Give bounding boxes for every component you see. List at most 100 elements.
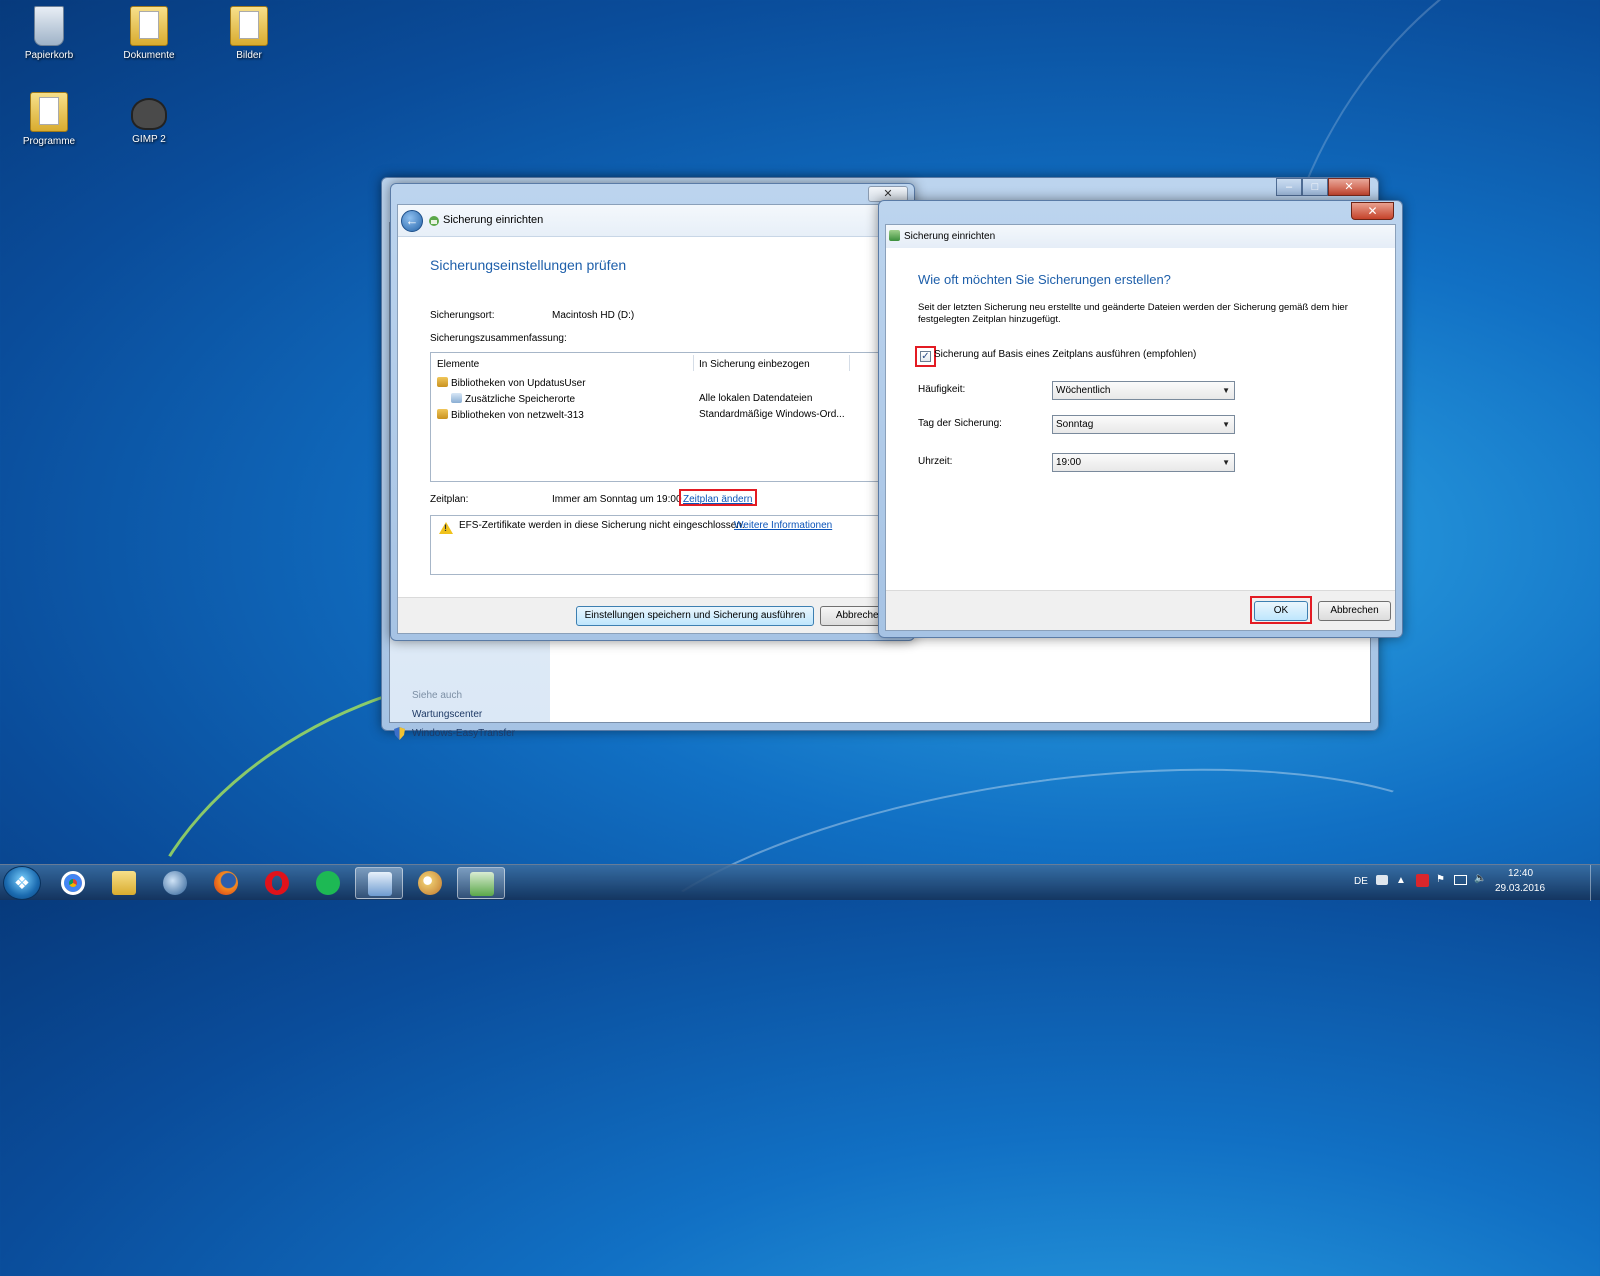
backup-icon xyxy=(470,872,494,896)
window-controls: – □ ✕ xyxy=(1276,178,1370,196)
taskbar-thunderbird[interactable] xyxy=(151,867,199,899)
spotify-icon xyxy=(316,871,340,895)
schedule-value: Immer am Sonntag um 19:00 xyxy=(552,494,682,505)
more-info-link[interactable]: Weitere Informationen xyxy=(734,520,832,531)
time-value: 19:00 xyxy=(1056,457,1082,468)
desktop-icon-papierkorb[interactable]: Papierkorb xyxy=(9,6,89,61)
system-tray: DE ▲ ⚑ 🔈 12:40 29.03.2016 xyxy=(1340,865,1600,901)
firefox-icon xyxy=(214,871,238,895)
dialog-content: Wie oft möchten Sie Sicherungen erstelle… xyxy=(885,248,1396,631)
taskbar-explorer[interactable] xyxy=(100,867,148,899)
library-icon xyxy=(437,377,448,387)
chevron-down-icon: ▼ xyxy=(1222,386,1230,395)
backup-icon xyxy=(889,230,900,241)
cancel-button[interactable]: Abbrechen xyxy=(1318,601,1391,621)
see-also-link-wartungscenter[interactable]: Wartungscenter xyxy=(412,709,482,720)
minimize-icon[interactable]: – xyxy=(1276,178,1302,196)
row-item: Bibliotheken von netzwelt-313 xyxy=(451,410,584,421)
table-row[interactable]: Bibliotheken von netzwelt-313 xyxy=(437,409,584,421)
day-value: Sonntag xyxy=(1056,419,1094,430)
keyboard-icon[interactable] xyxy=(1376,875,1388,885)
control-panel-icon xyxy=(368,872,392,896)
desktop-icon-label: Bilder xyxy=(236,50,262,61)
schedule-label: Zeitplan: xyxy=(430,494,469,505)
dialog-description: Seit der letzten Sicherung neu erstellte… xyxy=(918,302,1348,325)
table-row[interactable]: Bibliotheken von UpdatusUser xyxy=(437,377,586,389)
chevron-up-icon[interactable]: ▲ xyxy=(1396,875,1406,886)
clock-date[interactable]: 29.03.2016 xyxy=(1495,883,1545,894)
column-header-elemente[interactable]: Elemente xyxy=(437,359,479,370)
back-arrow-icon[interactable]: ← xyxy=(401,210,423,232)
highlight-box xyxy=(1250,596,1312,624)
highlight-box xyxy=(915,346,936,367)
chevron-down-icon: ▼ xyxy=(1222,420,1230,429)
chrome-icon xyxy=(61,871,85,895)
close-icon[interactable]: ✕ xyxy=(1351,202,1394,220)
volume-icon[interactable]: 🔈 xyxy=(1474,873,1486,884)
drive-icon xyxy=(451,393,462,403)
network-icon[interactable] xyxy=(1454,875,1467,885)
library-icon xyxy=(437,409,448,419)
maximize-icon[interactable]: □ xyxy=(1302,178,1328,196)
frequency-value: Wöchentlich xyxy=(1056,385,1111,396)
day-select[interactable]: Sonntag ▼ xyxy=(1052,415,1235,434)
see-also-title: Siehe auch xyxy=(412,690,463,701)
column-divider xyxy=(693,355,694,371)
see-also-link-easytransfer[interactable]: Windows-EasyTransfer xyxy=(412,728,515,739)
warning-text: EFS-Zertifikate werden in diese Sicherun… xyxy=(459,520,745,531)
show-desktop-button[interactable] xyxy=(1590,865,1600,901)
frequency-label: Häufigkeit: xyxy=(918,384,966,395)
day-label: Tag der Sicherung: xyxy=(918,418,1002,429)
desktop-icon-label: Dokumente xyxy=(123,50,175,61)
opera-icon xyxy=(265,871,289,895)
schedule-checkbox-label[interactable]: Sicherung auf Basis eines Zeitplans ausf… xyxy=(934,349,1196,360)
desktop-icon-bilder[interactable]: Bilder xyxy=(209,6,289,61)
wizard-title: Sicherung einrichten xyxy=(443,214,544,226)
start-orb-icon[interactable] xyxy=(3,866,41,900)
dialog-titlebar: Sicherung einrichten xyxy=(885,224,1396,248)
wizard-header: ← Sicherung einrichten xyxy=(398,205,907,237)
dialog-footer: OK Abbrechen xyxy=(886,590,1395,630)
antivirus-icon[interactable] xyxy=(1416,874,1429,887)
save-and-run-button[interactable]: Einstellungen speichern und Sicherung au… xyxy=(576,606,814,626)
flag-icon[interactable]: ⚑ xyxy=(1436,874,1445,885)
backup-summary-table: Elemente In Sicherung einbezogen Bibliot… xyxy=(430,352,890,482)
desktop-icon-label: Papierkorb xyxy=(24,50,74,61)
documents-folder-icon xyxy=(130,6,168,46)
page-title: Sicherungseinstellungen prüfen xyxy=(430,257,627,273)
backup-location-label: Sicherungsort: xyxy=(430,310,495,321)
chevron-down-icon: ▼ xyxy=(1222,458,1230,467)
close-icon[interactable]: ✕ xyxy=(1328,178,1370,196)
taskbar-backup[interactable] xyxy=(457,867,505,899)
thunderbird-icon xyxy=(163,871,187,895)
taskbar-spotify[interactable] xyxy=(304,867,352,899)
column-header-einbezogen[interactable]: In Sicherung einbezogen xyxy=(699,359,810,370)
frequency-select[interactable]: Wöchentlich ▼ xyxy=(1052,381,1235,400)
dialog-heading: Wie oft möchten Sie Sicherungen erstelle… xyxy=(918,272,1171,287)
desktop-icon-dokumente[interactable]: Dokumente xyxy=(109,6,189,61)
row-item: Bibliotheken von UpdatusUser xyxy=(451,378,586,389)
programs-folder-icon xyxy=(30,92,68,132)
taskbar-opera[interactable] xyxy=(253,867,301,899)
shield-icon xyxy=(394,727,405,740)
taskbar-chrome[interactable] xyxy=(49,867,97,899)
taskbar-firefox[interactable] xyxy=(202,867,250,899)
backup-wizard-window: ✕ ← Sicherung einrichten Sicherungseinst… xyxy=(390,183,915,641)
clock-time[interactable]: 12:40 xyxy=(1508,868,1533,879)
taskbar-control-panel[interactable] xyxy=(355,867,403,899)
time-select[interactable]: 19:00 ▼ xyxy=(1052,453,1235,472)
dialog-title: Sicherung einrichten xyxy=(904,231,996,242)
desktop-icon-label: Programme xyxy=(22,136,76,147)
taskbar-paint[interactable] xyxy=(406,867,454,899)
wizard-content: ← Sicherung einrichten Sicherungseinstel… xyxy=(397,204,908,634)
warning-panel: EFS-Zertifikate werden in diese Sicherun… xyxy=(430,515,890,575)
desktop-icon-programme[interactable]: Programme xyxy=(9,92,89,147)
time-label: Uhrzeit: xyxy=(918,456,953,467)
warning-icon xyxy=(439,522,453,534)
backup-location-value: Macintosh HD (D:) xyxy=(552,310,635,321)
language-indicator[interactable]: DE xyxy=(1354,876,1368,887)
desktop-icon-gimp[interactable]: GIMP 2 xyxy=(109,92,189,145)
backup-icon xyxy=(429,216,439,226)
table-row[interactable]: Zusätzliche Speicherorte xyxy=(451,393,575,405)
desktop-icon-label: GIMP 2 xyxy=(132,134,166,145)
